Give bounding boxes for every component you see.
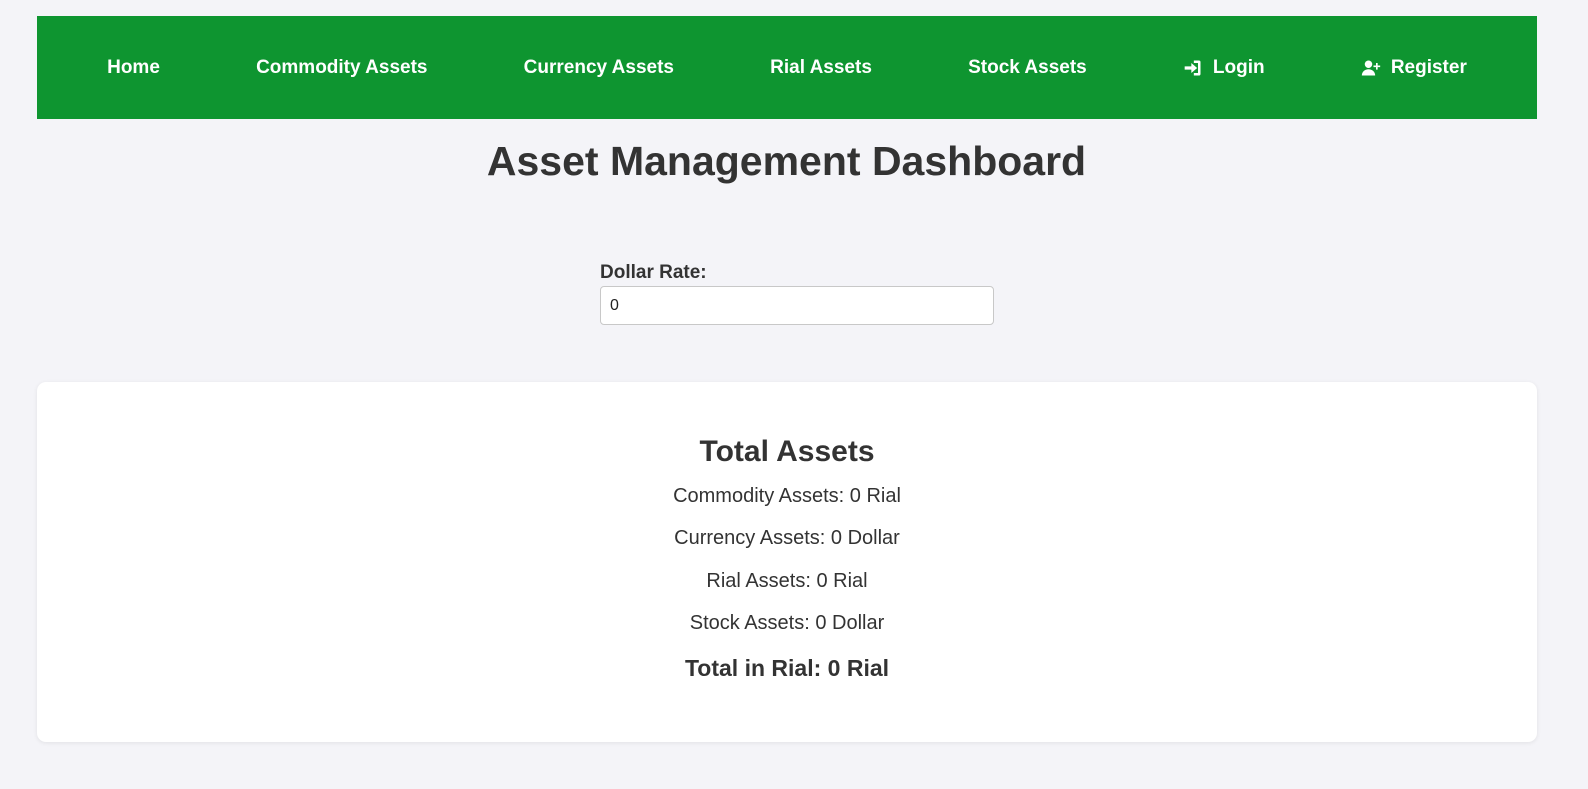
dollar-rate-input[interactable]	[600, 286, 994, 325]
nav-stock-assets-link[interactable]: Stock Assets	[968, 57, 1087, 79]
total-in-rial: Total in Rial: 0 Rial	[684, 655, 890, 681]
stock-assets-total: Stock Assets: 0 Dollar	[689, 612, 885, 634]
nav-register-label: Register	[1390, 56, 1467, 78]
nav-login-label: Login	[1212, 56, 1265, 78]
dollar-rate-group: Dollar Rate:	[600, 262, 994, 325]
nav-rial-assets-label: Rial Assets	[770, 56, 872, 78]
nav-home-label: Home	[107, 56, 160, 78]
nav-currency-assets-link[interactable]: Currency Assets	[524, 57, 674, 79]
page-title: Asset Management Dashboard	[486, 138, 1087, 184]
nav-currency-assets-label: Currency Assets	[523, 56, 674, 78]
nav-stock-assets-label: Stock Assets	[968, 56, 1087, 78]
nav-home-link[interactable]: Home	[107, 57, 160, 79]
total-assets-title: Total Assets	[699, 435, 875, 468]
nav-login-link[interactable]: Login	[1183, 57, 1265, 79]
nav-register-link[interactable]: Register	[1361, 57, 1467, 79]
currency-assets-total: Currency Assets: 0 Dollar	[674, 527, 900, 549]
nav-commodity-assets-label: Commodity Assets	[256, 56, 428, 78]
total-assets-card: Total Assets Commodity Assets: 0 Rial Cu…	[37, 382, 1537, 742]
user-plus-icon	[1361, 58, 1381, 78]
rial-assets-total: Rial Assets: 0 Rial	[706, 570, 868, 592]
nav-rial-assets-link[interactable]: Rial Assets	[770, 57, 872, 79]
nav-commodity-assets-link[interactable]: Commodity Assets	[256, 57, 427, 79]
top-navbar: Home Commodity Assets Currency Assets Ri…	[37, 16, 1537, 119]
commodity-assets-total: Commodity Assets: 0 Rial	[673, 485, 901, 507]
login-icon	[1183, 58, 1203, 78]
dollar-rate-label: Dollar Rate:	[600, 262, 707, 283]
